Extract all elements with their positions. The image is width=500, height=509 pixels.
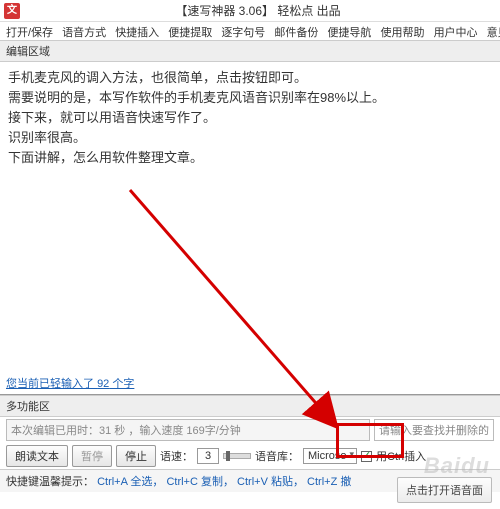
- shortcut-prefix: 快捷键温馨提示：: [6, 476, 94, 488]
- char-count-link[interactable]: 您当前已轻输入了 92 个字: [6, 378, 134, 390]
- open-voice-panel-button[interactable]: 点击打开语音面: [397, 477, 492, 503]
- window-title: 【速写神器 3.06】 轻松点 出品: [20, 2, 496, 19]
- status-count: 92: [97, 378, 109, 390]
- controls-row: 朗读文本 暂停 停止 语速： 3 语音库： Microso 用Ctrl插入: [0, 443, 500, 469]
- editor-line: 下面讲解，怎么用软件整理文章。: [8, 148, 492, 168]
- menu-mail[interactable]: 邮件备份: [274, 27, 318, 39]
- speed-value[interactable]: 3: [197, 448, 219, 464]
- editor-line: 需要说明的是，本写作软件的手机麦克风语音识别率在98%以上。: [8, 88, 492, 108]
- menu-sentence[interactable]: 逐字句号: [221, 27, 265, 39]
- menu-help[interactable]: 使用帮助: [381, 27, 425, 39]
- speed-label: 语速：: [160, 448, 193, 464]
- status-line: 您当前已轻输入了 92 个字: [0, 372, 500, 394]
- status-suffix: 个字: [109, 378, 134, 390]
- shortcut-a: Ctrl+A 全选，: [97, 476, 163, 488]
- editor-area[interactable]: 手机麦克风的调入方法，也很简单，点击按钮即可。 需要说明的是，本写作软件的手机麦…: [0, 62, 500, 372]
- shortcut-v: Ctrl+V 粘贴，: [237, 476, 304, 488]
- stop-button[interactable]: 停止: [116, 445, 156, 467]
- timing-row: 本次编辑已用时：31 秒 ，输入速度 169字/分钟 请输入要查找并删除的: [0, 417, 500, 443]
- editor-line: 手机麦克风的调入方法，也很简单，点击按钮即可。: [8, 68, 492, 88]
- voice-label: 语音库：: [255, 448, 299, 464]
- app-icon: 文: [4, 3, 20, 19]
- menu-user[interactable]: 用户中心: [434, 27, 478, 39]
- menu-feedback[interactable]: 意见反馈: [487, 27, 500, 39]
- ctrl-checkbox[interactable]: [361, 451, 372, 462]
- menu-quickinsert[interactable]: 快捷插入: [115, 27, 159, 39]
- multi-label: 多功能区: [0, 395, 500, 417]
- menu-open[interactable]: 打开/保存: [6, 27, 53, 39]
- editor-line: 接下来，就可以用语音快速写作了。: [8, 108, 492, 128]
- menu-nav[interactable]: 便捷导航: [327, 27, 371, 39]
- search-hint[interactable]: 请输入要查找并删除的: [374, 419, 494, 441]
- pause-button[interactable]: 暂停: [72, 445, 112, 467]
- read-button[interactable]: 朗读文本: [6, 445, 68, 467]
- editor-line: 识别率很高。: [8, 128, 492, 148]
- ctrl-label: 用Ctrl插入: [376, 448, 426, 464]
- menu-extract[interactable]: 便捷提取: [168, 27, 212, 39]
- status-prefix: 您当前已轻输入了: [6, 378, 97, 390]
- speed-slider[interactable]: [223, 453, 251, 459]
- voice-combo[interactable]: Microso: [303, 448, 357, 464]
- editor-label: 编辑区域: [0, 40, 500, 62]
- menu-voice[interactable]: 语音方式: [62, 27, 106, 39]
- title-bar: 文 【速写神器 3.06】 轻松点 出品: [0, 0, 500, 22]
- timing-box: 本次编辑已用时：31 秒 ，输入速度 169字/分钟: [6, 419, 370, 441]
- shortcut-c: Ctrl+C 复制，: [166, 476, 234, 488]
- menu-bar: 打开/保存 语音方式 快捷插入 便捷提取 逐字句号 邮件备份 便捷导航 使用帮助…: [0, 22, 500, 40]
- shortcut-z: Ctrl+Z 撤: [307, 476, 351, 488]
